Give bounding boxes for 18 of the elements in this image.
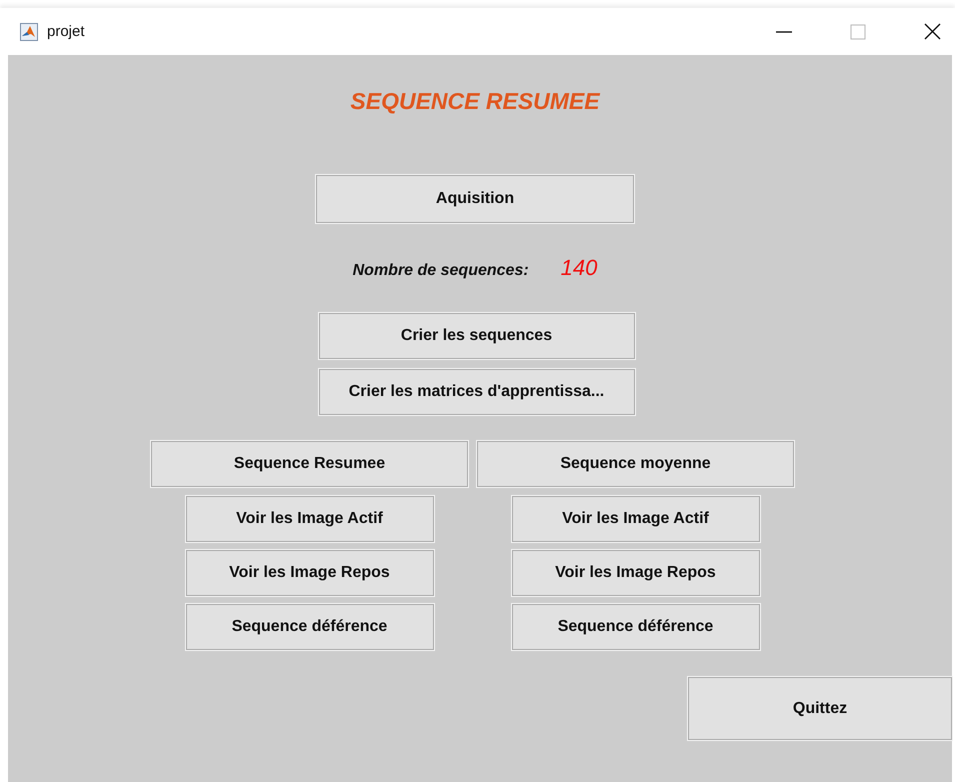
count-label: Nombre de sequences: <box>352 262 529 280</box>
acquisition-button[interactable]: Aquisition <box>316 175 634 223</box>
close-icon[interactable] <box>924 23 941 40</box>
sequence-button[interactable]: Sequence moyenne <box>477 441 794 487</box>
view-button[interactable]: Sequence déférence <box>186 604 434 650</box>
action-button[interactable]: Crier les sequences <box>318 313 634 359</box>
view-button[interactable]: Sequence déférence <box>512 604 760 650</box>
sequence-button[interactable]: Sequence Resumee <box>151 441 468 487</box>
action-button[interactable]: Crier les matrices d'apprentissa... <box>318 369 634 415</box>
view-button[interactable]: Voir les Image Repos <box>186 550 434 596</box>
app-icon <box>20 22 38 40</box>
view-button[interactable]: Voir les Image Actif <box>512 496 760 542</box>
window-title: projet <box>47 23 85 40</box>
quit-button[interactable]: Quittez <box>688 677 952 740</box>
heading: SEQUENCE RESUMEE <box>350 88 600 115</box>
view-button[interactable]: Voir les Image Repos <box>512 550 760 596</box>
view-button[interactable]: Voir les Image Actif <box>186 496 434 542</box>
count-value: 140 <box>560 255 598 281</box>
